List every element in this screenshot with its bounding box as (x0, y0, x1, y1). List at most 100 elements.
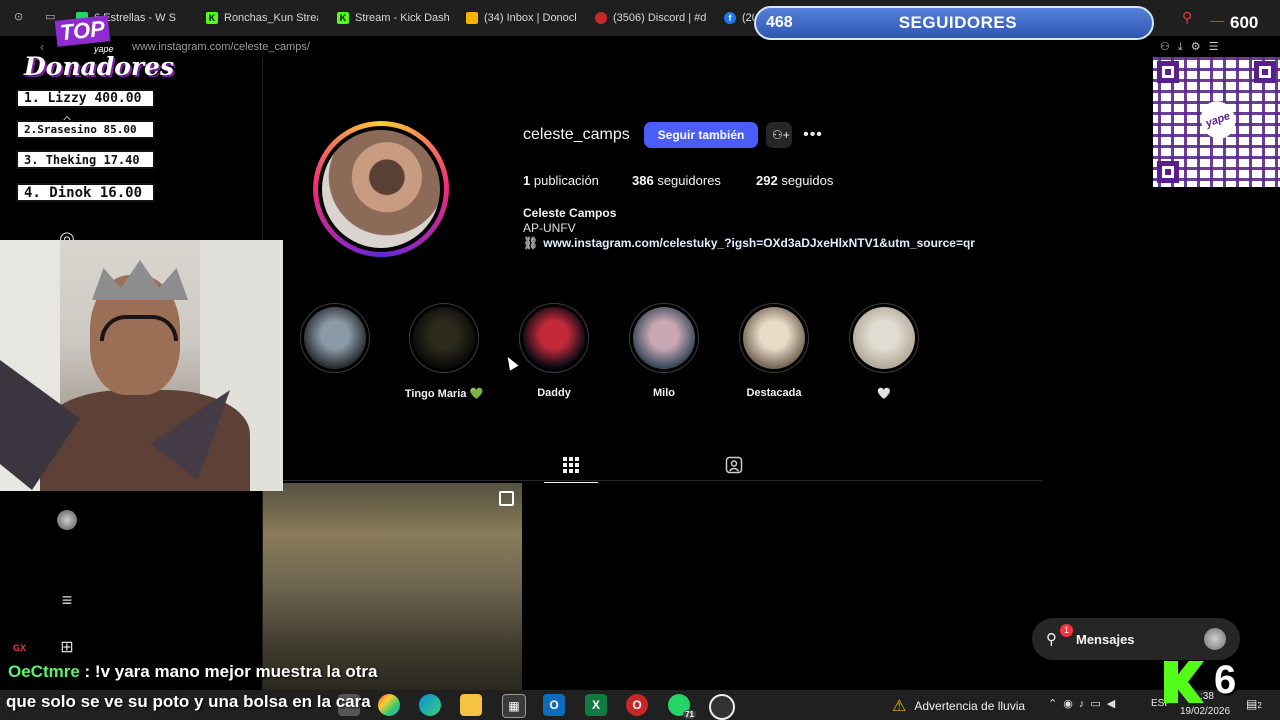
bio-text: AP-UNFV (523, 221, 576, 235)
messages-badge: 1 (1060, 624, 1073, 637)
story-highlight[interactable] (290, 303, 380, 387)
chat-text: : !v yara mano mejor muestra la otra (84, 662, 378, 681)
facebook-icon: f (724, 12, 736, 24)
excel-icon[interactable]: X (585, 694, 607, 716)
settings-icon[interactable]: ⚙ (1191, 41, 1209, 53)
chrome-icon[interactable] (378, 694, 400, 716)
donor-entry-4: 4. Dinok 16.00 (16, 183, 155, 202)
warning-icon: ⚠ (892, 698, 907, 715)
link-icon: ⛓ (523, 236, 539, 250)
highlight-label: Tingo Maria 💚 (404, 388, 484, 400)
browser-toolbar: ⚇⤓⚙☰ (1160, 40, 1227, 54)
store-icon[interactable]: ▦ (502, 694, 526, 718)
clock-time[interactable]: :38 (1200, 691, 1214, 702)
notifications-icon[interactable]: ▤2 (1246, 697, 1262, 711)
chevron-up-icon[interactable]: ⌃ (1048, 698, 1063, 710)
tab-label: (3506) Discord | #d (613, 12, 707, 24)
donor-entry-3: 3. Theking 17.40 (16, 150, 155, 169)
discord-icon (595, 12, 607, 24)
top-title-label: TOP (54, 15, 111, 47)
tab-label: Stream - Kick Dashb (355, 12, 449, 24)
highlight-label: Destacada (746, 387, 802, 399)
story-highlight[interactable]: Destacada (729, 303, 819, 399)
followers-goal-bar: 468 SEGUIDORES (754, 6, 1154, 40)
kick-viewer-count: 6 (1214, 658, 1237, 702)
highlight-label: Milo (653, 387, 675, 399)
followers-goal: 600 (1230, 13, 1259, 32)
donor-entry-1: 1. Lizzy 400.00 (16, 89, 155, 108)
gx-label: GX (13, 643, 27, 653)
message-avatar (1204, 628, 1226, 650)
messages-button[interactable]: ⚲ 1 Mensajes (1032, 618, 1240, 660)
donadores-title: Donadores (24, 52, 175, 81)
tagged-person-icon (725, 456, 743, 474)
clock-date[interactable]: 19/02/2026 (1180, 706, 1230, 717)
carousel-icon (499, 491, 514, 506)
monitor-icon[interactable]: ▭ (1090, 698, 1106, 710)
grid-icon (563, 457, 579, 473)
follow-button[interactable]: Seguir también (644, 122, 758, 148)
yape-qr-code: yape (1153, 57, 1280, 187)
chat-message-continued: que solo se ve su poto y una bolsa en la… (6, 692, 371, 711)
more-options-icon[interactable]: ••• (800, 122, 826, 148)
donor-entry-2: 2. Srasesino 85.00 (16, 120, 155, 139)
messages-label: Mensajes (1076, 631, 1135, 647)
top-donors-title: TOP yape Donadores (22, 15, 174, 81)
highlight-label: Daddy (537, 387, 571, 399)
browser-tab-inbox[interactable]: (34) Inbox | Donocl (466, 6, 578, 30)
bio-link[interactable]: ⛓ www.instagram.com/celestuky_?igsh=OXd3… (523, 236, 975, 250)
streamer-webcam (0, 240, 283, 491)
browser-tab-discord[interactable]: (3506) Discord | #d (595, 6, 707, 30)
profile-avatar[interactable] (313, 121, 449, 257)
followers-count[interactable]: 386 seguidores (632, 173, 721, 188)
whatsapp-taskbar-icon[interactable]: 71 (668, 694, 696, 719)
weather-widget[interactable]: ⚠ Advertencia de lluvia (892, 696, 1025, 716)
followers-label: SEGUIDORES (898, 13, 1018, 32)
following-count[interactable]: 292 seguidos (756, 173, 833, 188)
story-highlight[interactable]: 🤍 (839, 303, 929, 400)
yape-logo: yape (1195, 96, 1241, 144)
profile-avatar-icon[interactable] (57, 510, 77, 530)
download-icon[interactable]: ⤓ (1178, 41, 1191, 53)
highlight-label: 🤍 (877, 388, 891, 400)
story-highlight[interactable]: Milo (619, 303, 709, 399)
opera-icon[interactable]: O (626, 694, 648, 716)
tab-label: Ronchas_Kun Strea (224, 12, 318, 24)
posts-count[interactable]: 1 publicación (523, 173, 599, 188)
tabs-divider (263, 480, 1043, 481)
hamburger-menu-icon[interactable]: ≡ (57, 590, 77, 610)
browser-tab-facebook[interactable]: f (20 (724, 6, 754, 30)
inbox-icon (466, 12, 478, 24)
minimize-icon[interactable]: — (1210, 12, 1224, 28)
kick-icon: K (206, 12, 218, 24)
menu-icon[interactable]: ☰ (1209, 41, 1227, 53)
browser-tab-kick-dashboard[interactable]: K Stream - Kick Dashb (337, 6, 449, 30)
story-highlight[interactable]: Daddy (509, 303, 599, 399)
edge-icon[interactable] (419, 694, 441, 716)
obs-icon[interactable] (709, 694, 735, 720)
tab-label: (34) Inbox | Donocl (484, 12, 577, 24)
profile-username: celeste_camps (523, 126, 630, 143)
weather-text: Advertencia de lluvia (914, 699, 1026, 713)
system-tray: ⌃◉♪▭◀ (1048, 697, 1121, 710)
bio-full-name: Celeste Campos (523, 206, 617, 220)
mic-icon[interactable]: ♪ (1079, 698, 1091, 710)
search-icon[interactable]: ⚲ (1182, 9, 1192, 26)
suggest-people-button[interactable]: ⚇+ (766, 122, 792, 148)
post-thumbnail[interactable] (263, 483, 522, 690)
outlook-icon[interactable]: O (543, 694, 565, 716)
camera-icon[interactable]: ◉ (1063, 698, 1079, 710)
volume-icon[interactable]: ◀ (1107, 698, 1121, 710)
apps-grid-icon[interactable]: ⊞ (57, 637, 77, 657)
messenger-icon: ⚲ (1046, 631, 1057, 648)
posts-grid-tab[interactable] (544, 448, 598, 483)
chat-username: OeCtmre (8, 662, 80, 681)
browser-tab-kick-channel[interactable]: K Ronchas_Kun Strea (206, 6, 318, 30)
file-explorer-icon[interactable] (460, 694, 482, 716)
tagged-tab[interactable] (716, 448, 752, 482)
followers-current: 468 (766, 14, 793, 31)
story-highlight[interactable]: Tingo Maria 💚 (399, 303, 489, 400)
kick-icon: K (337, 12, 349, 24)
chat-message: OeCtmre : !v yara mano mejor muestra la … (8, 662, 377, 682)
profile-icon[interactable]: ⚇ (1160, 41, 1178, 53)
